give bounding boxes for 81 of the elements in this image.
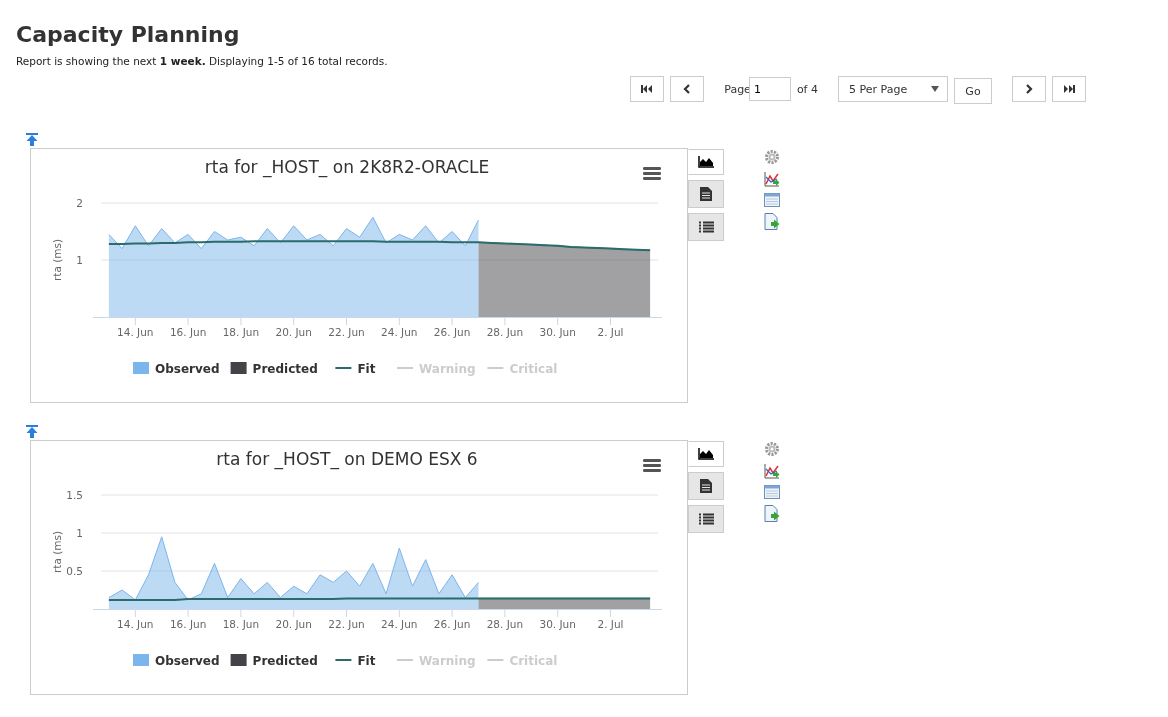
legend-item[interactable]: Observed xyxy=(133,362,220,376)
x-tick-label: 28. Jun xyxy=(486,326,524,338)
go-button[interactable]: Go xyxy=(954,78,992,104)
page-count: of 4 xyxy=(796,82,818,96)
legend-label: Predicted xyxy=(252,654,318,668)
chevron-right-icon xyxy=(1025,84,1033,94)
chart-export-icon[interactable] xyxy=(764,171,780,187)
gear-icon[interactable] xyxy=(764,149,780,165)
list-icon xyxy=(698,513,714,525)
x-tick-label: 22. Jun xyxy=(328,618,365,630)
chart-export-icon[interactable] xyxy=(764,463,780,479)
document-export-icon[interactable] xyxy=(764,213,780,230)
chart-title: rta for _HOST_ on DEMO ESX 6 xyxy=(216,449,478,469)
table-icon[interactable] xyxy=(764,485,780,499)
list-icon xyxy=(698,221,714,233)
legend-item[interactable]: Observed xyxy=(133,654,220,668)
y-tick-label: 1 xyxy=(76,527,83,539)
legend-item[interactable]: Predicted xyxy=(230,362,318,376)
x-tick-label: 26. Jun xyxy=(433,326,471,338)
y-tick-label: 2 xyxy=(76,197,83,209)
report-summary: Report is showing the next 1 week. Displaying 1-5 of 16 total records. xyxy=(16,55,389,67)
chevron-left-icon xyxy=(683,84,692,94)
menu-icon[interactable] xyxy=(643,167,661,180)
document-view-tab[interactable] xyxy=(688,472,724,500)
y-axis-title: rta (ms) xyxy=(51,530,63,574)
x-tick-label: 14. Jun xyxy=(117,326,154,338)
last-page-icon xyxy=(1063,84,1075,94)
area-chart-icon xyxy=(698,448,714,460)
x-tick-label: 24. Jun xyxy=(381,618,418,630)
previous-page-button[interactable] xyxy=(670,76,705,102)
legend-label: Observed xyxy=(155,654,220,668)
x-tick-label: 20. Jun xyxy=(275,326,312,338)
list-view-tab[interactable] xyxy=(688,213,724,241)
legend-item[interactable]: Predicted xyxy=(230,654,318,668)
caret-icon xyxy=(931,86,939,92)
page-number-field[interactable]: 1 xyxy=(748,77,791,101)
x-tick-label: 30. Jun xyxy=(539,618,576,630)
y-tick-label: 0.5 xyxy=(66,565,83,577)
legend-label: Predicted xyxy=(252,362,318,376)
first-page-icon xyxy=(641,84,654,94)
legend-label: Fit xyxy=(357,362,376,376)
x-tick-label: 16. Jun xyxy=(169,326,207,338)
x-tick-label: 2. Jul xyxy=(597,618,624,630)
x-tick-label: 18. Jun xyxy=(222,326,260,338)
legend-label: Fit xyxy=(357,654,376,668)
gear-icon[interactable] xyxy=(764,441,780,457)
per-page-dropdown[interactable]: 5 Per Page xyxy=(838,76,948,102)
x-tick-label: 16. Jun xyxy=(169,618,207,630)
list-view-tab[interactable] xyxy=(688,505,724,533)
x-tick-label: 28. Jun xyxy=(486,618,524,630)
collapse-up-icon[interactable] xyxy=(26,133,38,146)
x-tick-label: 24. Jun xyxy=(381,326,418,338)
page-title: Capacity Planning xyxy=(16,22,241,47)
legend-item[interactable]: Fit xyxy=(335,654,376,668)
chart-view-tab[interactable] xyxy=(688,149,724,175)
x-tick-label: 22. Jun xyxy=(328,326,365,338)
x-tick-label: 2. Jul xyxy=(597,326,624,338)
menu-icon[interactable] xyxy=(643,459,661,472)
legend-label: Observed xyxy=(155,362,220,376)
x-tick-label: 14. Jun xyxy=(117,618,154,630)
y-axis-title: rta (ms) xyxy=(51,238,63,282)
chart-title: rta for _HOST_ on 2K8R2-ORACLE xyxy=(204,157,490,177)
legend-item[interactable]: Fit xyxy=(335,362,376,376)
next-page-button[interactable] xyxy=(1012,76,1046,102)
document-export-icon[interactable] xyxy=(764,505,780,522)
page-label: Page xyxy=(724,82,751,96)
document-icon xyxy=(700,479,712,493)
last-page-button[interactable] xyxy=(1052,76,1086,102)
x-tick-label: 20. Jun xyxy=(275,618,312,630)
collapse-up-icon[interactable] xyxy=(26,425,38,438)
y-tick-label: 1.5 xyxy=(66,489,83,501)
first-page-button[interactable] xyxy=(630,76,665,102)
x-tick-label: 30. Jun xyxy=(539,326,576,338)
table-icon[interactable] xyxy=(764,193,780,207)
y-tick-label: 1 xyxy=(76,254,83,266)
x-tick-label: 18. Jun xyxy=(222,618,260,630)
document-icon xyxy=(700,187,712,201)
area-chart-icon xyxy=(698,156,714,168)
document-view-tab[interactable] xyxy=(688,180,724,208)
x-tick-label: 26. Jun xyxy=(433,618,471,630)
chart-view-tab[interactable] xyxy=(688,441,724,467)
